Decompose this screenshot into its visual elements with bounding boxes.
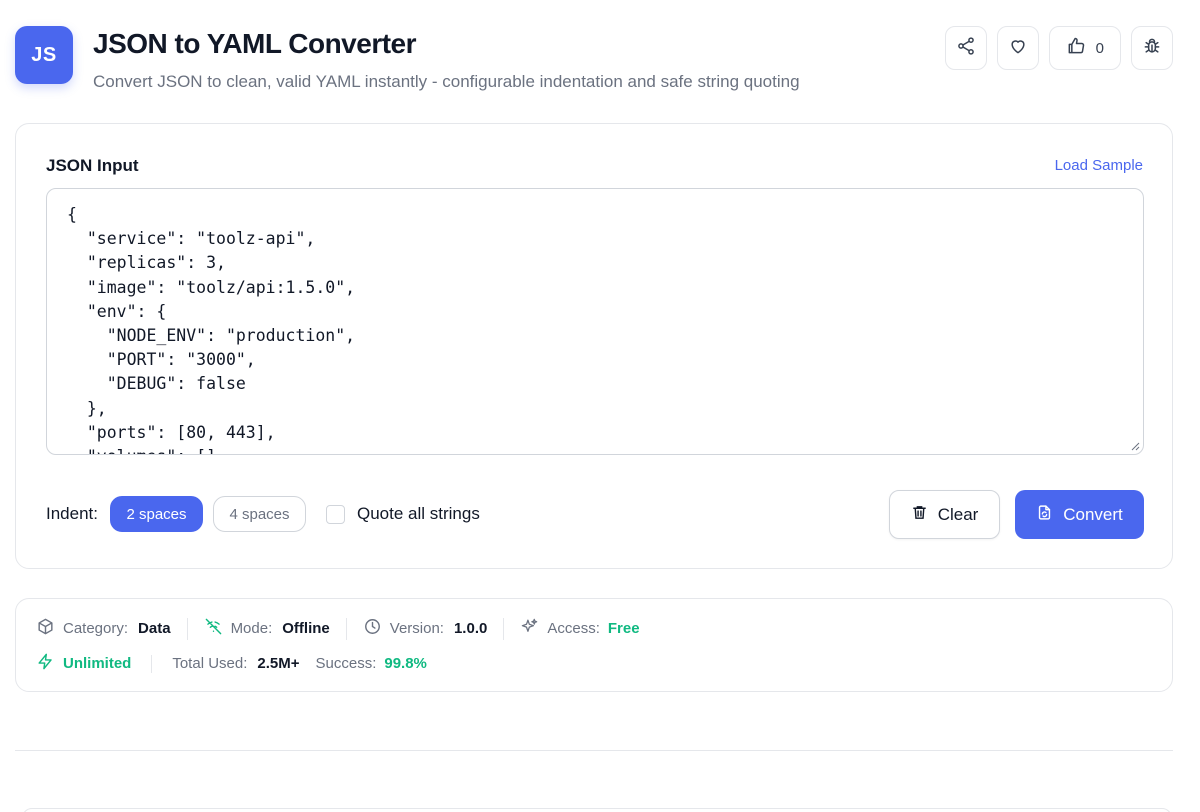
divider (186, 617, 188, 640)
resize-handle-icon[interactable] (1130, 441, 1140, 451)
clock-icon (363, 617, 382, 640)
lightning-icon (36, 652, 55, 675)
category-label: Category: (63, 620, 129, 637)
convert-label: Convert (1063, 504, 1123, 524)
mode-label: Mode: (230, 620, 273, 637)
unlimited-label: Unlimited (63, 655, 132, 672)
divider (503, 617, 505, 640)
mode-info: Mode: Offline (204, 617, 330, 640)
like-count: 0 (1095, 39, 1104, 57)
output-card-top-edge (22, 808, 1172, 812)
divider (345, 617, 347, 640)
total-used-value: 2.5M+ (257, 655, 300, 672)
file-convert-icon (1036, 504, 1053, 526)
bug-icon (1142, 36, 1162, 60)
wifi-off-icon (204, 617, 223, 640)
divider (151, 654, 153, 673)
options-bar: Indent: 2 spaces 4 spaces Quote all stri… (46, 496, 480, 532)
category-info: Category: Data (36, 617, 171, 640)
heart-icon (1008, 36, 1028, 60)
trash-icon (911, 504, 928, 526)
success-info: Success: 99.8% (316, 655, 427, 672)
json-input-text: { "service": "toolz-api", "replicas": 3,… (67, 205, 356, 454)
indent-label: Indent: (46, 504, 98, 523)
report-bug-button[interactable] (1131, 26, 1173, 70)
version-value: 1.0.0 (453, 620, 488, 637)
convert-button[interactable]: Convert (1015, 490, 1144, 539)
thumbs-up-icon (1066, 36, 1086, 60)
success-value: 99.8% (384, 655, 427, 672)
json-input-textarea[interactable]: { "service": "toolz-api", "replicas": 3,… (46, 188, 1144, 455)
quote-strings-option[interactable]: Quote all strings (326, 504, 480, 524)
tool-info-row-1: Category: Data Mode: Offline Version: 1.… (36, 617, 640, 640)
converter-card: JSON Input Load Sample { "service": "too… (15, 123, 1173, 569)
share-button[interactable] (944, 26, 987, 70)
clear-button[interactable]: Clear (889, 490, 1000, 539)
total-used-label: Total Used: (172, 655, 248, 672)
cube-icon (36, 617, 55, 640)
tool-info-row-2: Unlimited Total Used: 2.5M+ Success: 99.… (36, 652, 427, 675)
indent-2-spaces-button[interactable]: 2 spaces (110, 496, 203, 532)
favorite-button[interactable] (996, 26, 1039, 70)
total-used-info: Total Used: 2.5M+ (172, 655, 299, 672)
tool-info-card: Category: Data Mode: Offline Version: 1.… (15, 598, 1173, 692)
app-logo: JS (15, 26, 73, 84)
access-info: Access: Free (520, 617, 640, 640)
success-label: Success: (315, 655, 377, 672)
share-icon (956, 36, 976, 60)
quote-strings-checkbox[interactable] (326, 504, 345, 524)
indent-4-spaces-button[interactable]: 4 spaces (213, 496, 306, 532)
json-input-label: JSON Input (46, 156, 139, 175)
version-label: Version: (389, 620, 444, 637)
unlimited-info: Unlimited (36, 652, 131, 675)
access-label: Access: (547, 620, 600, 637)
load-sample-link[interactable]: Load Sample (1055, 157, 1143, 174)
sparkles-icon (520, 617, 539, 640)
page-title: JSON to YAML Converter (93, 28, 417, 59)
clear-label: Clear (937, 504, 979, 524)
access-value: Free (607, 620, 640, 637)
mode-value: Offline (282, 620, 330, 637)
quote-strings-label: Quote all strings (357, 504, 480, 523)
like-button[interactable]: 0 (1048, 26, 1121, 70)
page-subtitle: Convert JSON to clean, valid YAML instan… (93, 72, 800, 91)
category-value: Data (138, 620, 171, 637)
header-actions: 0 (944, 26, 1173, 70)
version-info: Version: 1.0.0 (363, 617, 488, 640)
section-divider (15, 750, 1173, 751)
